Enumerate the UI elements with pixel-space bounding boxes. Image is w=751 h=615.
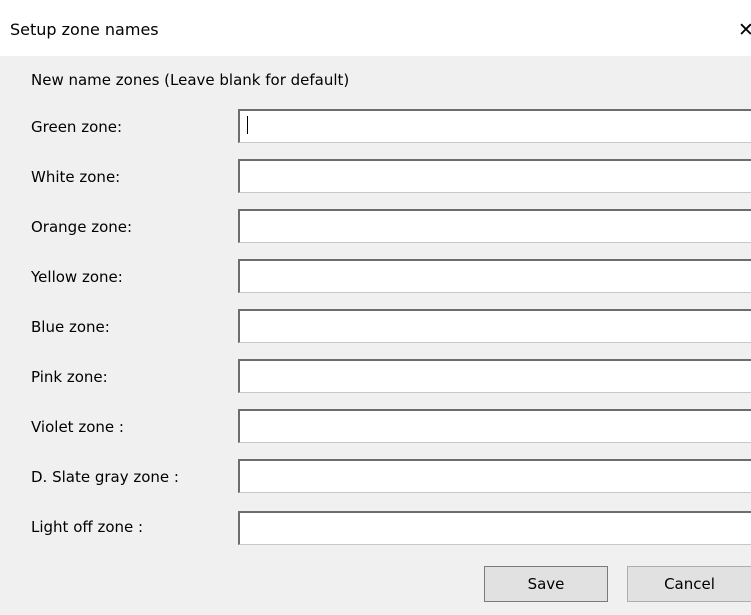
pink-zone-input[interactable]	[238, 359, 751, 393]
save-button[interactable]: Save	[484, 566, 608, 602]
form-heading: New name zones (Leave blank for default)	[31, 71, 350, 89]
cancel-button[interactable]: Cancel	[627, 566, 751, 602]
blue-zone-label: Blue zone:	[31, 318, 110, 336]
violet-zone-input[interactable]	[238, 409, 751, 443]
light-off-zone-label: Light off zone :	[31, 518, 144, 536]
title-bar: Setup zone names ✕	[0, 0, 751, 56]
blue-zone-input[interactable]	[238, 309, 751, 343]
orange-zone-label: Orange zone:	[31, 218, 133, 236]
close-icon[interactable]: ✕	[738, 20, 751, 40]
dark-slate-gray-zone-label: D. Slate gray zone :	[31, 468, 179, 486]
orange-zone-input[interactable]	[238, 209, 751, 243]
light-off-zone-input[interactable]	[238, 511, 751, 545]
violet-zone-label: Violet zone :	[31, 418, 124, 436]
green-zone-label: Green zone:	[31, 118, 123, 136]
white-zone-input[interactable]	[238, 159, 751, 193]
pink-zone-label: Pink zone:	[31, 368, 108, 386]
dark-slate-gray-zone-input[interactable]	[238, 459, 751, 493]
white-zone-label: White zone:	[31, 168, 121, 186]
green-zone-input[interactable]	[238, 109, 751, 143]
setup-zone-names-dialog: Setup zone names ✕ New name zones (Leave…	[0, 0, 751, 615]
yellow-zone-label: Yellow zone:	[31, 268, 123, 286]
window-title: Setup zone names	[10, 20, 159, 39]
text-caret	[247, 116, 248, 134]
yellow-zone-input[interactable]	[238, 259, 751, 293]
